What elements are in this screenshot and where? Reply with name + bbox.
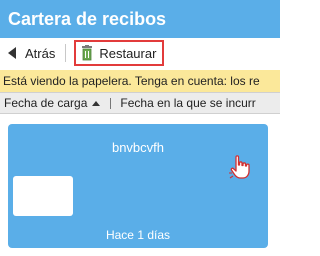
receipt-date: Hace 1 días <box>105 228 171 242</box>
sort-by-upload-date[interactable]: Fecha de carga <box>4 96 101 110</box>
receipt-thumbnail <box>13 176 73 216</box>
receipt-title: bnvbcvfh <box>111 140 165 155</box>
back-button[interactable]: Atrás <box>8 46 55 61</box>
trash-restore-icon <box>82 45 93 61</box>
sort-by-expense-date[interactable]: Fecha en la que se incurr <box>120 96 255 110</box>
restore-button-label: Restaurar <box>99 45 157 61</box>
caret-up-icon <box>92 100 101 106</box>
trash-notice-banner: Está viendo la papelera. Tenga en cuenta… <box>0 70 280 92</box>
sort-label: Fecha en la que se incurr <box>120 96 256 110</box>
app-header: Cartera de recibos <box>0 0 280 38</box>
receipt-card[interactable]: bnvbcvfh Hace 1 días <box>8 124 268 248</box>
sort-divider <box>110 97 112 109</box>
receipt-list: bnvbcvfh Hace 1 días <box>0 114 280 256</box>
sort-bar: Fecha de carga Fecha en la que se incurr <box>0 92 280 114</box>
restore-button[interactable]: Restaurar <box>74 40 165 66</box>
toolbar: Atrás Restaurar <box>0 38 280 68</box>
sort-label: Fecha de carga <box>4 96 88 110</box>
trash-notice-text: Está viendo la papelera. Tenga en cuenta… <box>3 74 260 88</box>
page-title: Cartera de recibos <box>8 8 167 29</box>
back-button-label: Atrás <box>25 45 56 61</box>
hand-pointer-icon <box>229 155 250 179</box>
toolbar-divider <box>65 44 67 62</box>
arrow-left-icon <box>8 47 16 59</box>
app-window: Cartera de recibos Atrás Restaurar Está … <box>0 0 280 256</box>
